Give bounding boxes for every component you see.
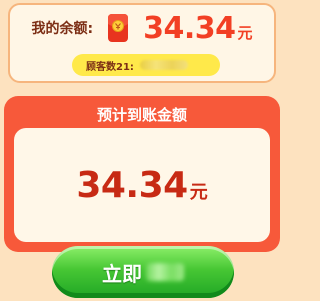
customer-count-redacted: [139, 60, 188, 70]
balance-unit: 元: [237, 23, 253, 42]
estimate-card: 预计到账金额 34.34 元: [4, 96, 280, 252]
estimate-amount: 34.34: [76, 164, 188, 206]
customer-count-pill: 顾客数21:: [72, 54, 220, 76]
balance-label: 我的余额:: [31, 21, 94, 37]
withdraw-button-label: 立即: [102, 261, 142, 286]
estimate-unit: 元: [189, 182, 208, 203]
estimate-inner-card: 34.34 元: [14, 128, 270, 242]
wallet-icon: [103, 13, 133, 43]
balance-card: 我的余额: 34.34 元 顾客数21:: [8, 3, 276, 83]
withdraw-button-redacted: [146, 263, 184, 281]
withdraw-button[interactable]: 立即: [52, 246, 234, 298]
balance-amount: 34.34: [143, 10, 236, 46]
customer-count-text: 顾客数21:: [86, 61, 134, 73]
estimate-title: 预计到账金额: [96, 106, 187, 124]
balance-row: 我的余额: 34.34 元: [10, 10, 274, 46]
